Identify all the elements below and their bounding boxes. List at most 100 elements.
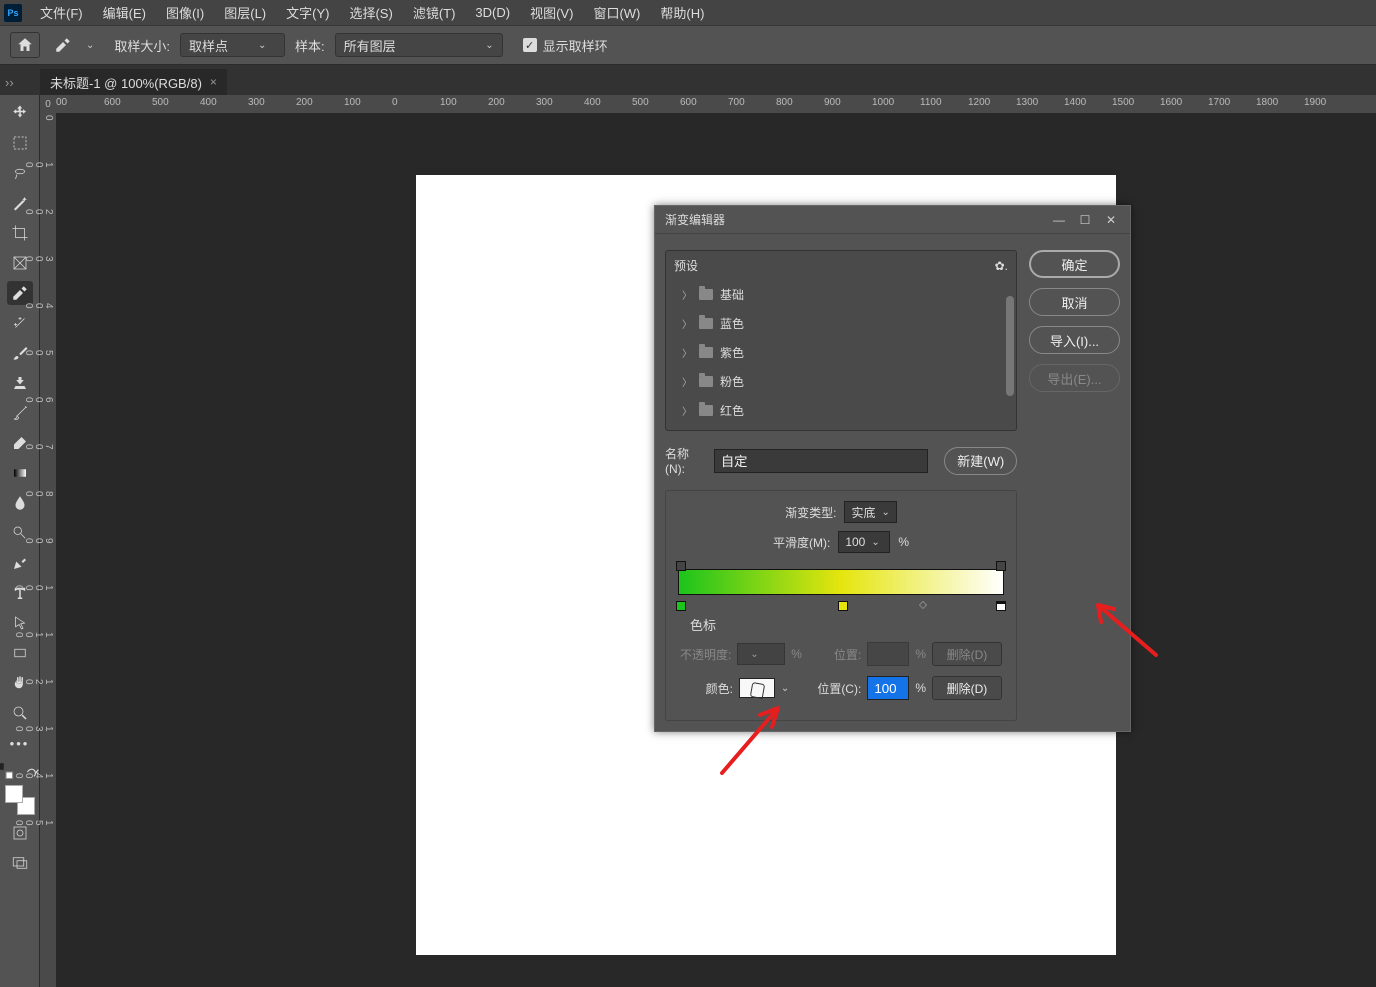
spot-heal-tool[interactable] [7,311,33,335]
dialog-titlebar[interactable]: 渐变编辑器 — ☐ ✕ [655,206,1130,234]
move-tool[interactable] [7,101,33,125]
minimize-button[interactable]: — [1046,207,1072,233]
eraser-tool[interactable] [7,431,33,455]
screen-mode-icon[interactable] [7,851,33,875]
ruler-tick: 200 [296,97,313,108]
preset-folder-label: 粉色 [720,373,744,390]
ruler-vertical[interactable]: 0100200300400500600700800900100011001200… [40,113,56,987]
color-location-label: 位置(C): [817,680,861,697]
menu-filter[interactable]: 滤镜(T) [403,0,466,25]
color-swatch-button[interactable] [739,678,775,698]
ruler-horizontal[interactable]: 0060050040030020010001002003004005006007… [56,95,1376,113]
ruler-tick: 1400 [1064,97,1086,108]
home-button[interactable] [10,32,40,58]
clone-stamp-tool[interactable] [7,371,33,395]
gradient-type-dropdown[interactable]: 实底⌄ [844,501,896,523]
preset-folder-row[interactable]: 〉 红色 [666,396,1016,425]
import-button[interactable]: 导入(I)... [1029,326,1120,354]
menu-file[interactable]: 文件(F) [30,0,93,25]
menu-3d[interactable]: 3D(D) [465,2,520,23]
sample-size-dropdown[interactable]: 取样点⌄ [180,33,285,57]
name-input[interactable] [714,449,929,473]
ruler-tick: 1300 [1016,97,1038,108]
history-brush-tool[interactable] [7,401,33,425]
more-tools[interactable]: ••• [7,731,33,755]
ruler-tick: 0 [392,97,398,108]
opacity-stop-left[interactable] [676,561,686,571]
zoom-tool[interactable] [7,701,33,725]
rectangle-tool[interactable] [7,641,33,665]
menu-edit[interactable]: 编辑(E) [93,0,156,25]
preset-folder-row[interactable]: 〉粉色 [666,367,1016,396]
preset-folder-label: 紫色 [720,344,744,361]
preset-folder-row[interactable]: 〉紫色 [666,338,1016,367]
ruler-tick: 00 [56,97,67,108]
ruler-tick-v: 600 [43,395,53,403]
gradient-type-label: 渐变类型: [785,504,836,521]
color-swatches[interactable] [5,785,35,815]
sample-value: 所有图层 [344,36,396,55]
document-tab-close[interactable]: × [210,75,217,89]
close-button[interactable]: ✕ [1098,207,1124,233]
gradient-editor-strip[interactable] [676,561,1006,613]
show-ring-checkbox[interactable]: ✓ [523,38,537,52]
foreground-color-swatch[interactable] [5,785,23,803]
eyedropper-tool[interactable] [7,281,33,305]
name-label: 名称(N): [665,445,706,476]
menu-select[interactable]: 选择(S) [339,0,402,25]
menu-window[interactable]: 窗口(W) [583,0,650,25]
document-tab[interactable]: 未标题-1 @ 100%(RGB/8) × [40,69,227,95]
color-stop-50[interactable] [838,601,848,611]
ruler-tick: 100 [440,97,457,108]
maximize-button[interactable]: ☐ [1072,207,1098,233]
cancel-button[interactable]: 取消 [1029,288,1120,316]
color-stop-0[interactable] [676,601,686,611]
opacity-delete-button: 删除(D) [932,642,1002,666]
opacity-location-input [867,642,909,666]
ok-button[interactable]: 确定 [1029,250,1120,278]
ruler-tick: 1100 [920,97,942,108]
active-tool-icon[interactable] [50,33,76,57]
chevron-right-icon: 〉 [682,287,692,302]
midpoint-diamond[interactable] [919,601,927,609]
presets-gear-icon[interactable]: ✿. [995,259,1008,273]
color-chevron[interactable]: ⌄ [781,683,789,694]
pen-tool[interactable] [7,551,33,575]
sample-size-value: 取样点 [189,36,228,55]
menu-text[interactable]: 文字(Y) [276,0,339,25]
frame-tool[interactable] [7,251,33,275]
smoothness-input[interactable]: 100⌄ [838,531,890,553]
opacity-stop-right[interactable] [996,561,1006,571]
ruler-tick: 1900 [1304,97,1326,108]
presets-scrollbar[interactable] [1006,296,1014,396]
chevron-right-icon: 〉 [682,403,692,418]
preset-folder-label: 红色 [720,402,744,419]
hand-cursor-icon [749,680,765,696]
color-location-input[interactable] [867,676,909,700]
menu-layer[interactable]: 图层(L) [214,0,276,25]
ruler-tick-v: 900 [43,536,53,544]
opacity-location-label: 位置: [834,646,861,663]
gradient-type-value: 实底 [851,504,875,521]
new-button[interactable]: 新建(W) [944,447,1017,475]
crop-tool[interactable] [7,221,33,245]
ruler-tick: 800 [776,97,793,108]
folder-icon [699,347,713,358]
color-delete-button[interactable]: 删除(D) [932,676,1002,700]
gradient-tool[interactable] [7,461,33,485]
expand-panels-icon[interactable]: ›› [0,69,40,95]
ruler-tick: 1600 [1160,97,1182,108]
color-stop-100[interactable] [996,601,1006,611]
ruler-tick: 1200 [968,97,990,108]
menu-help[interactable]: 帮助(H) [650,0,714,25]
tool-chevron[interactable]: ⌄ [86,40,94,51]
show-ring-label: 显示取样环 [543,36,608,55]
preset-folder-row[interactable]: 〉基础 [666,280,1016,309]
menu-view[interactable]: 视图(V) [520,0,583,25]
ruler-tick: 300 [248,97,265,108]
preset-folder-row[interactable]: 〉蓝色 [666,309,1016,338]
ruler-tick-v: 1000 [43,583,53,591]
marquee-tool[interactable] [7,131,33,155]
menu-image[interactable]: 图像(I) [156,0,214,25]
sample-dropdown[interactable]: 所有图层⌄ [335,33,503,57]
